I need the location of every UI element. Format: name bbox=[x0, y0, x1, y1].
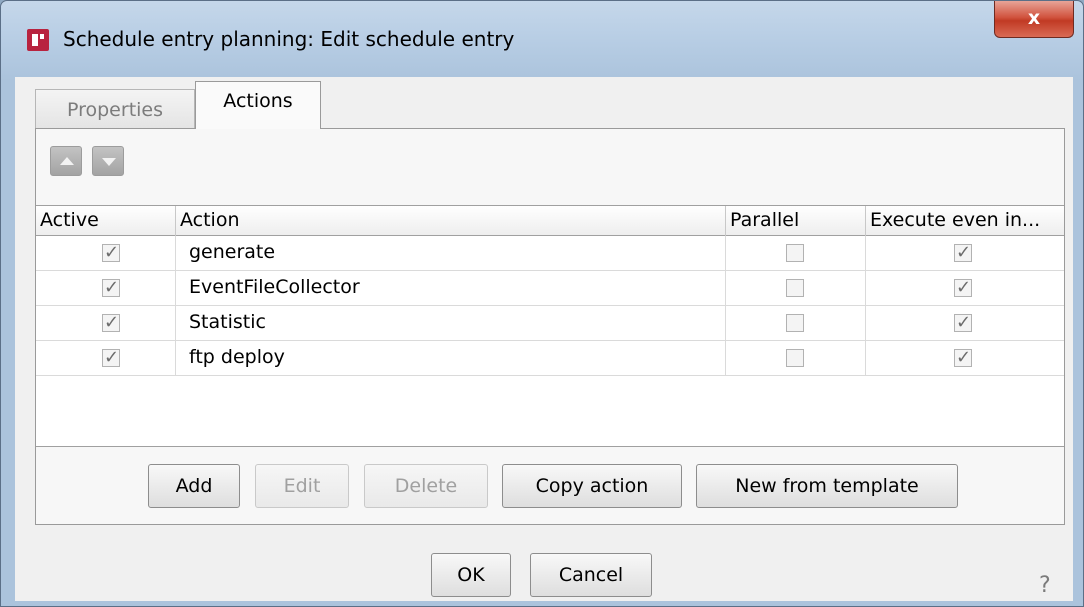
copy-action-button[interactable]: Copy action bbox=[502, 464, 682, 508]
action-name: EventFileCollector bbox=[176, 271, 726, 306]
active-checkbox[interactable] bbox=[102, 312, 120, 333]
table-row[interactable]: ftp deploy bbox=[36, 341, 1064, 376]
actions-panel: Active Action Parallel Execute even in..… bbox=[35, 128, 1065, 525]
tab-actions[interactable]: Actions bbox=[195, 81, 321, 129]
move-down-button[interactable] bbox=[92, 146, 124, 176]
arrow-down-icon bbox=[102, 158, 116, 166]
cancel-button[interactable]: Cancel bbox=[530, 553, 652, 597]
move-up-button[interactable] bbox=[50, 146, 82, 176]
execute-checkbox[interactable] bbox=[954, 347, 972, 368]
parallel-checkbox[interactable] bbox=[786, 314, 804, 332]
parallel-cell bbox=[726, 271, 866, 306]
ok-button[interactable]: OK bbox=[431, 553, 511, 597]
column-header-action[interactable]: Action bbox=[176, 206, 726, 236]
edit-button[interactable]: Edit bbox=[255, 464, 349, 508]
column-header-active[interactable]: Active bbox=[36, 206, 176, 236]
dialog-content: Properties Actions Active Action Paralle… bbox=[15, 77, 1073, 601]
app-icon bbox=[27, 29, 49, 51]
dialog-window: Schedule entry planning: Edit schedule e… bbox=[0, 0, 1084, 607]
close-button[interactable]: x bbox=[994, 1, 1074, 38]
execute-checkbox[interactable] bbox=[954, 312, 972, 333]
execute-cell bbox=[866, 271, 1064, 306]
active-checkbox[interactable] bbox=[102, 347, 120, 368]
action-name: Statistic bbox=[176, 306, 726, 341]
active-cell bbox=[36, 341, 176, 376]
column-header-parallel[interactable]: Parallel bbox=[726, 206, 866, 236]
execute-checkbox[interactable] bbox=[954, 277, 972, 298]
help-icon[interactable]: ? bbox=[1039, 573, 1051, 598]
parallel-cell bbox=[726, 236, 866, 271]
arrow-up-icon bbox=[60, 157, 74, 165]
active-cell bbox=[36, 236, 176, 271]
window-title: Schedule entry planning: Edit schedule e… bbox=[63, 27, 515, 51]
column-header-execute[interactable]: Execute even in... bbox=[866, 206, 1064, 236]
execute-cell bbox=[866, 306, 1064, 341]
actions-table: Active Action Parallel Execute even in..… bbox=[36, 205, 1064, 447]
execute-cell bbox=[866, 236, 1064, 271]
new-from-template-button[interactable]: New from template bbox=[696, 464, 958, 508]
parallel-cell bbox=[726, 341, 866, 376]
delete-button[interactable]: Delete bbox=[364, 464, 488, 508]
active-checkbox[interactable] bbox=[102, 277, 120, 298]
execute-checkbox[interactable] bbox=[954, 242, 972, 263]
parallel-checkbox[interactable] bbox=[786, 349, 804, 367]
table-header: Active Action Parallel Execute even in..… bbox=[36, 206, 1064, 236]
table-row[interactable]: Statistic bbox=[36, 306, 1064, 341]
table-row[interactable]: EventFileCollector bbox=[36, 271, 1064, 306]
action-name: ftp deploy bbox=[176, 341, 726, 376]
add-button[interactable]: Add bbox=[148, 464, 240, 508]
table-row[interactable]: generate bbox=[36, 236, 1064, 271]
active-cell bbox=[36, 306, 176, 341]
action-name: generate bbox=[176, 236, 726, 271]
execute-cell bbox=[866, 341, 1064, 376]
parallel-cell bbox=[726, 306, 866, 341]
parallel-checkbox[interactable] bbox=[786, 279, 804, 297]
active-cell bbox=[36, 271, 176, 306]
tab-properties[interactable]: Properties bbox=[35, 89, 195, 129]
parallel-checkbox[interactable] bbox=[786, 244, 804, 262]
active-checkbox[interactable] bbox=[102, 242, 120, 263]
title-bar: Schedule entry planning: Edit schedule e… bbox=[1, 1, 1084, 77]
